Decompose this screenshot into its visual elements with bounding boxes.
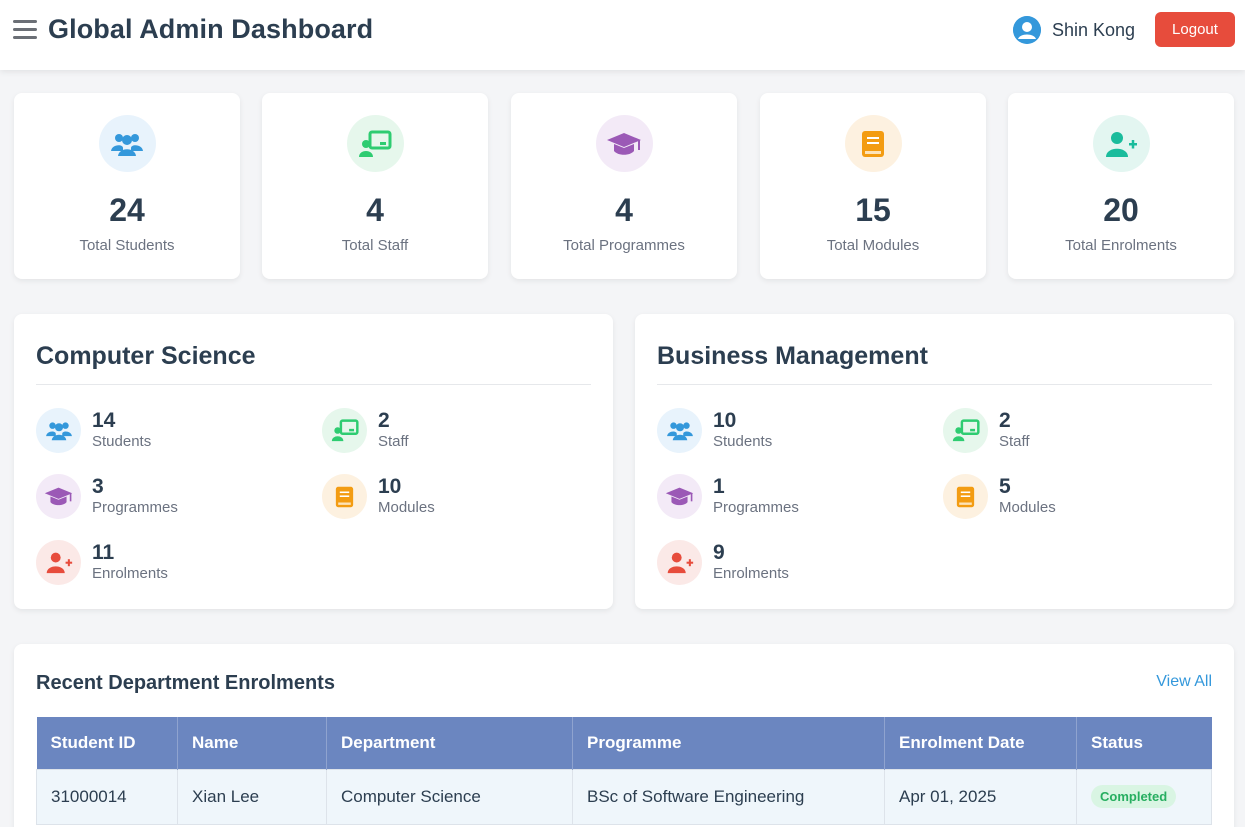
- stat-label: Total Modules: [826, 237, 920, 254]
- dept-stat-enrolments: 9 Enrolments: [657, 540, 789, 585]
- user-plus-icon: [657, 540, 702, 585]
- stat-value: 24: [109, 192, 145, 228]
- user-plus-icon: [1092, 115, 1150, 172]
- dept-stat-value: 10: [378, 474, 402, 498]
- status-badge: Completed: [1091, 785, 1177, 808]
- graduation-cap-icon: [657, 474, 702, 519]
- users-icon: [98, 115, 156, 172]
- page-title: Global Admin Dashboard: [48, 14, 374, 44]
- column-header-name[interactable]: Name: [177, 717, 327, 769]
- view-all-link[interactable]: View All: [1156, 673, 1212, 691]
- stat-card-programmes: 4 Total Programmes: [511, 93, 737, 279]
- book-icon: [844, 115, 902, 172]
- dept-stat-value: 2: [999, 408, 1011, 432]
- dept-stat-label: Modules: [999, 498, 1056, 516]
- dept-stat-modules: 10 Modules: [322, 474, 435, 519]
- user-profile[interactable]: Shin Kong: [1013, 16, 1135, 44]
- dept-stat-value: 14: [92, 408, 116, 432]
- dept-stat-label: Enrolments: [92, 564, 168, 582]
- department-title: Business Management: [657, 342, 928, 370]
- top-bar: Global Admin Dashboard Shin Kong Logout: [0, 0, 1245, 70]
- stat-label: Total Students: [79, 237, 175, 254]
- user-plus-icon: [36, 540, 81, 585]
- dept-stat-label: Programmes: [92, 498, 178, 516]
- user-name: Shin Kong: [1052, 19, 1136, 40]
- cell-name: Xian Lee: [177, 768, 327, 825]
- dept-stat-value: 1: [713, 474, 725, 498]
- graduation-cap-icon: [595, 115, 653, 172]
- cell-status: Completed: [1076, 768, 1212, 825]
- cell-enrolment-date: Apr 01, 2025: [884, 768, 1077, 825]
- dept-stat-value: 10: [713, 408, 737, 432]
- logout-button[interactable]: Logout: [1155, 12, 1235, 47]
- dept-stat-value: 9: [713, 540, 725, 564]
- dept-stat-staff: 2 Staff: [322, 408, 409, 453]
- hamburger-menu-icon[interactable]: [13, 20, 37, 42]
- department-title: Computer Science: [36, 342, 256, 370]
- dept-stat-label: Staff: [378, 432, 409, 450]
- stat-label: Total Programmes: [563, 237, 685, 254]
- divider: [657, 384, 1212, 385]
- cell-programme: BSc of Software Engineering: [572, 768, 885, 825]
- dept-stat-staff: 2 Staff: [943, 408, 1030, 453]
- dept-stat-value: 3: [92, 474, 104, 498]
- stat-card-modules: 15 Total Modules: [760, 93, 986, 279]
- dept-stat-modules: 5 Modules: [943, 474, 1056, 519]
- recent-enrolments-card: Recent Department Enrolments View All St…: [14, 644, 1234, 827]
- book-icon: [322, 474, 367, 519]
- department-card-business-management: Business Management 10 Students 2 Staff 1P…: [635, 314, 1234, 609]
- dept-stat-label: Programmes: [713, 498, 799, 516]
- stat-card-staff: 4 Total Staff: [262, 93, 488, 279]
- dept-stat-students: 14 Students: [36, 408, 151, 453]
- dept-stat-label: Modules: [378, 498, 435, 516]
- users-icon: [36, 408, 81, 453]
- dept-stat-label: Students: [92, 432, 152, 450]
- dept-stat-label: Enrolments: [713, 564, 789, 582]
- column-header-department[interactable]: Department: [326, 717, 573, 769]
- dept-stat-enrolments: 11 Enrolments: [36, 540, 168, 585]
- dept-stat-students: 10 Students: [657, 408, 772, 453]
- column-header-programme[interactable]: Programme: [572, 717, 885, 769]
- dept-stat-label: Students: [713, 432, 773, 450]
- section-title: Recent Department Enrolments: [36, 672, 335, 694]
- dept-stat-value: 5: [999, 474, 1011, 498]
- column-header-status[interactable]: Status: [1076, 717, 1212, 769]
- users-icon: [657, 408, 702, 453]
- teacher-icon: [943, 408, 988, 453]
- teacher-icon: [322, 408, 367, 453]
- table-header-row: Student ID Name Department Programme Enr…: [36, 717, 1212, 769]
- graduation-cap-icon: [36, 474, 81, 519]
- stat-card-enrolments: 20 Total Enrolments: [1008, 93, 1234, 279]
- department-card-computer-science: Computer Science 14 Students 2 Staff 3 Prog…: [14, 314, 613, 609]
- stat-value: 4: [366, 192, 384, 228]
- dept-stat-value: 2: [378, 408, 390, 432]
- dept-stat-label: Staff: [999, 432, 1030, 450]
- stat-card-students: 24 Total Students: [14, 93, 240, 279]
- book-icon: [943, 474, 988, 519]
- stat-label: Total Staff: [341, 237, 409, 254]
- dept-stat-programmes: 1 Programmes: [657, 474, 799, 519]
- column-header-student-id[interactable]: Student ID: [36, 717, 178, 769]
- stat-value: 15: [855, 192, 891, 228]
- enrolments-table: Student ID Name Department Programme Enr…: [36, 717, 1212, 825]
- table-row[interactable]: 31000014 Xian Lee Computer Science BSc o…: [36, 768, 1212, 825]
- dept-stat-value: 11: [92, 540, 115, 564]
- stat-value: 20: [1103, 192, 1139, 228]
- cell-department: Computer Science: [326, 768, 573, 825]
- column-header-enrolment-date[interactable]: Enrolment Date: [884, 717, 1077, 769]
- stat-label: Total Enrolments: [1065, 237, 1177, 254]
- dept-stat-programmes: 3 Programmes: [36, 474, 178, 519]
- cell-student-id: 31000014: [36, 768, 178, 825]
- teacher-icon: [346, 115, 404, 172]
- user-avatar-icon: [1013, 16, 1041, 44]
- divider: [36, 384, 591, 385]
- stat-value: 4: [615, 192, 633, 228]
